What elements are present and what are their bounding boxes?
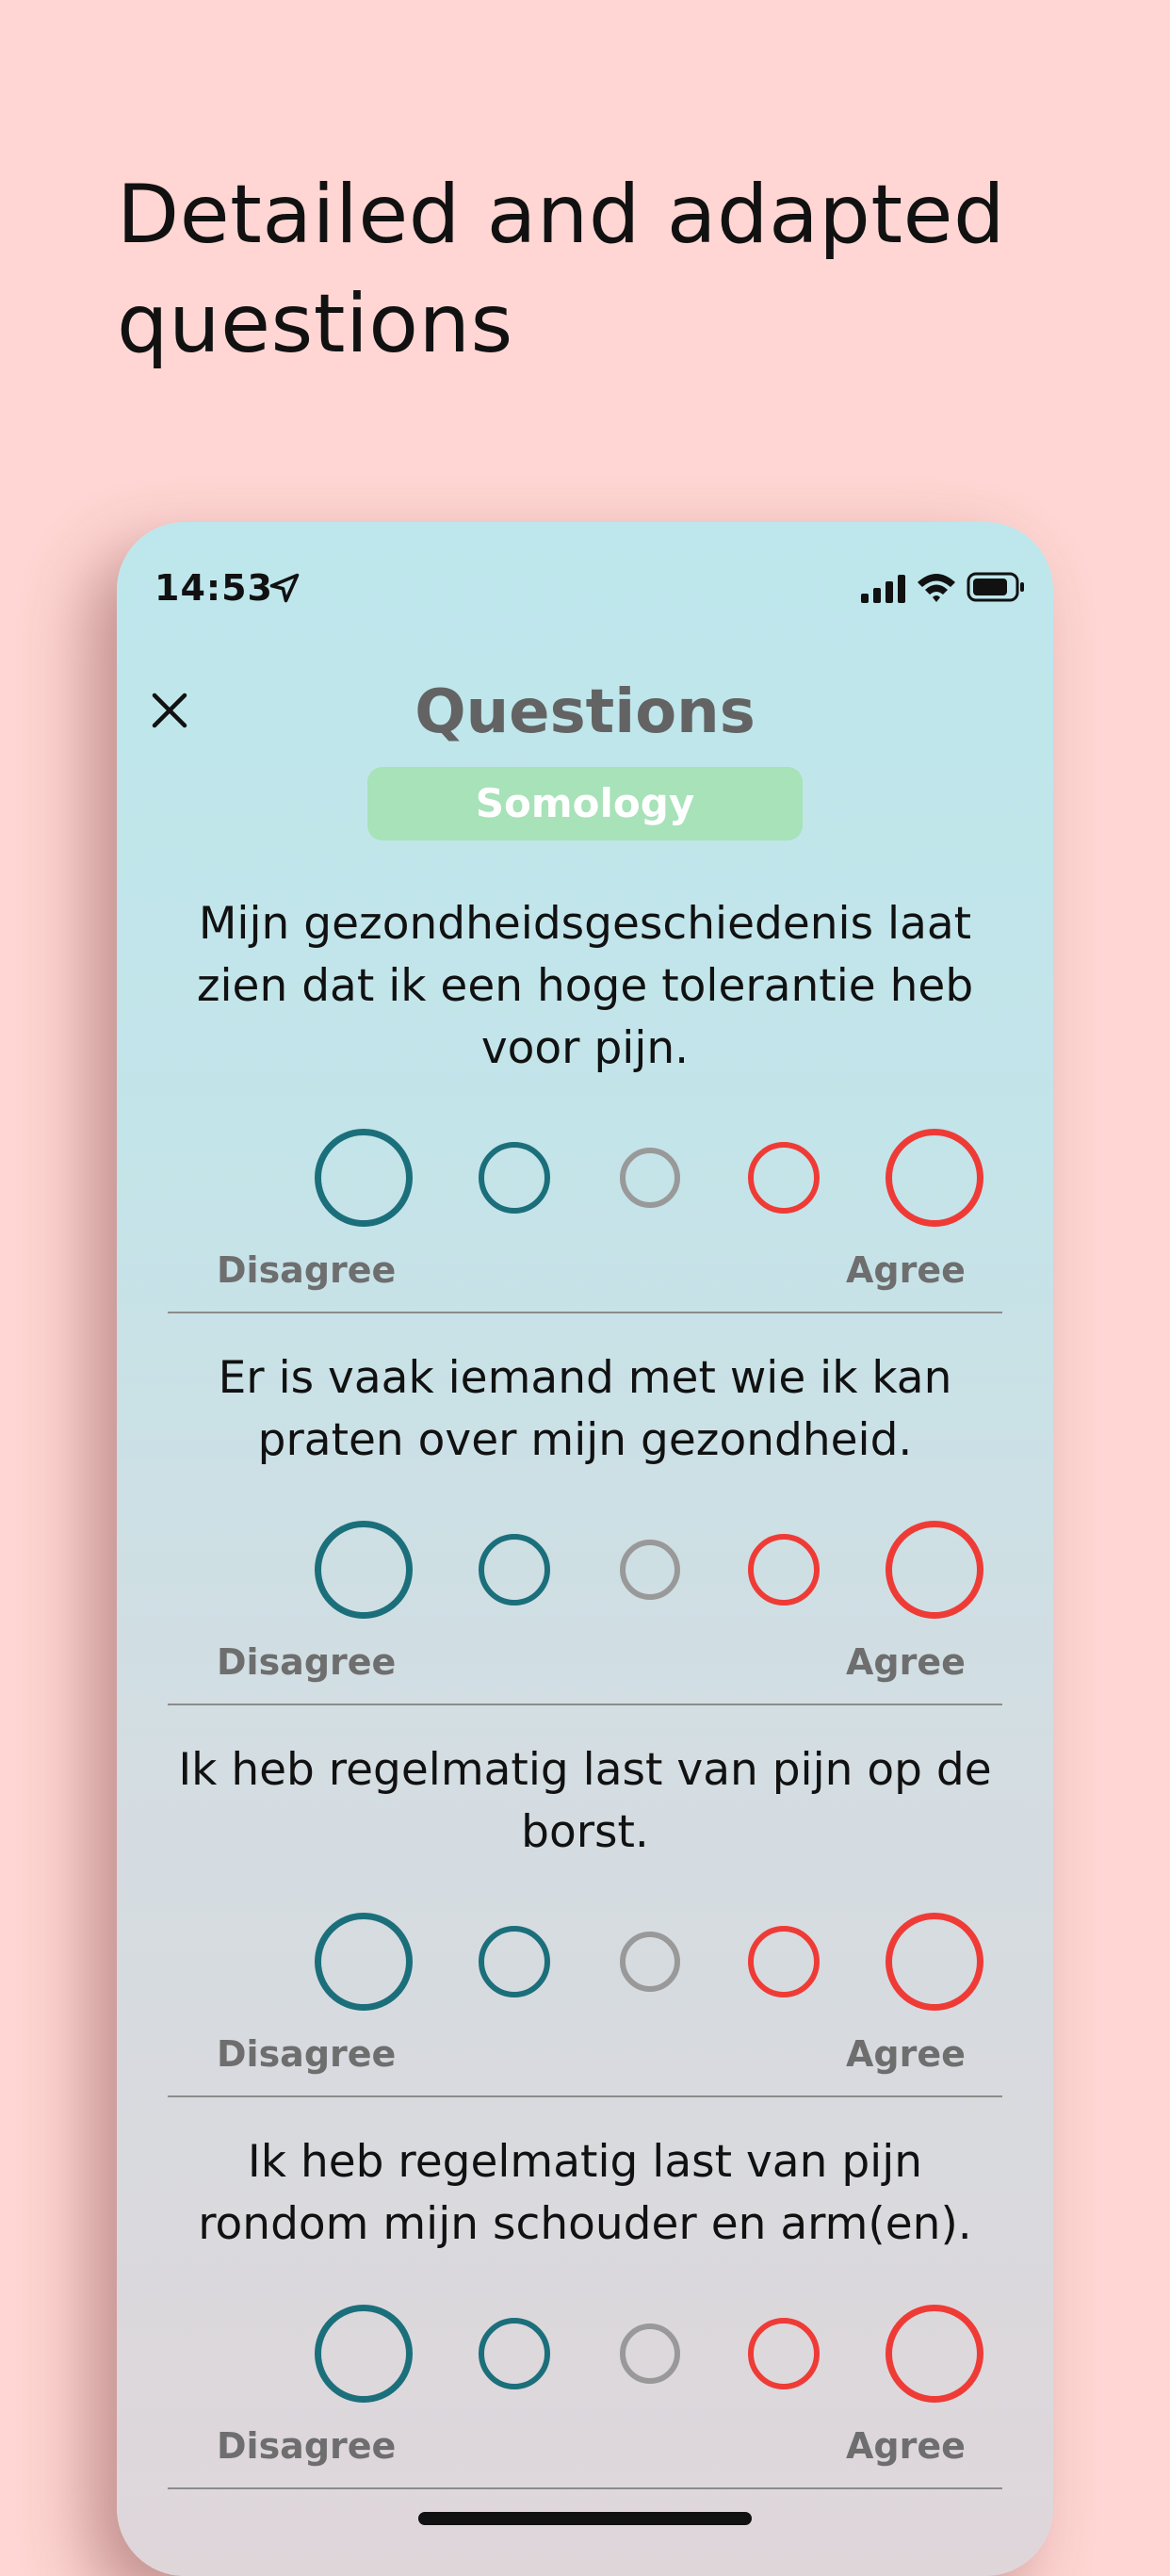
category-badge: Somology	[367, 767, 803, 840]
option-disagree[interactable]	[479, 1534, 550, 1606]
disagree-label: Disagree	[217, 2425, 397, 2467]
divider	[168, 2095, 1002, 2097]
option-neutral[interactable]	[620, 1148, 680, 1208]
location-arrow-icon	[269, 573, 300, 603]
option-agree[interactable]	[748, 1534, 820, 1606]
option-neutral[interactable]	[620, 1540, 680, 1600]
divider	[168, 1704, 1002, 1705]
option-strongly-disagree[interactable]	[315, 1521, 413, 1619]
disagree-label: Disagree	[217, 2033, 397, 2075]
question-text: Mijn gezondheidsgeschiedenis laat zien d…	[196, 898, 974, 1074]
option-strongly-agree[interactable]	[886, 1129, 983, 1227]
question-item: Er is vaak iemand met wie ik kan praten …	[168, 1347, 1002, 1724]
status-time: 14:53	[154, 567, 273, 609]
option-agree[interactable]	[748, 2318, 820, 2389]
cellular-signal-icon	[861, 575, 905, 603]
question-item: Ik heb regelmatig last van pijn rondom m…	[168, 2131, 1002, 2508]
agree-label: Agree	[846, 2425, 966, 2467]
divider	[168, 1312, 1002, 1313]
battery-icon	[967, 572, 1024, 602]
likert-scale	[117, 2305, 983, 2408]
option-strongly-agree[interactable]	[886, 1913, 983, 2011]
option-strongly-agree[interactable]	[886, 1521, 983, 1619]
wifi-icon	[918, 574, 955, 602]
screen-title: Questions	[414, 677, 756, 747]
likert-scale	[117, 1521, 983, 1624]
home-indicator	[418, 2512, 752, 2525]
option-disagree[interactable]	[479, 2318, 550, 2389]
question-text: Ik heb regelmatig last van pijn rondom m…	[198, 2136, 972, 2250]
status-bar: 14:53	[117, 522, 1053, 654]
agree-label: Agree	[846, 1249, 966, 1291]
option-strongly-disagree[interactable]	[315, 1129, 413, 1227]
agree-label: Agree	[846, 2033, 966, 2075]
option-disagree[interactable]	[479, 1142, 550, 1214]
question-text: Er is vaak iemand met wie ik kan praten …	[218, 1352, 952, 1466]
option-disagree[interactable]	[479, 1926, 550, 1997]
disagree-label: Disagree	[217, 1641, 397, 1683]
disagree-label: Disagree	[217, 1249, 397, 1291]
option-strongly-disagree[interactable]	[315, 2305, 413, 2403]
option-agree[interactable]	[748, 1926, 820, 1997]
phone-screen: 14:53 Questions Somology Mijn gezondheid…	[117, 522, 1053, 2576]
agree-label: Agree	[846, 1641, 966, 1683]
divider	[168, 2487, 1002, 2489]
option-neutral[interactable]	[620, 2323, 680, 2384]
question-item: Mijn gezondheidsgeschiedenis laat zien d…	[168, 893, 1002, 1317]
likert-scale	[117, 1913, 983, 2016]
option-neutral[interactable]	[620, 1932, 680, 1992]
question-text: Ik heb regelmatig last van pijn op de bo…	[178, 1744, 992, 1858]
option-strongly-disagree[interactable]	[315, 1913, 413, 2011]
option-agree[interactable]	[748, 1142, 820, 1214]
question-item: Ik heb regelmatig last van pijn op de bo…	[168, 1739, 1002, 2116]
marketing-headline: Detailed and adapted questions	[117, 168, 1006, 371]
option-strongly-agree[interactable]	[886, 2305, 983, 2403]
likert-scale	[117, 1129, 983, 1232]
